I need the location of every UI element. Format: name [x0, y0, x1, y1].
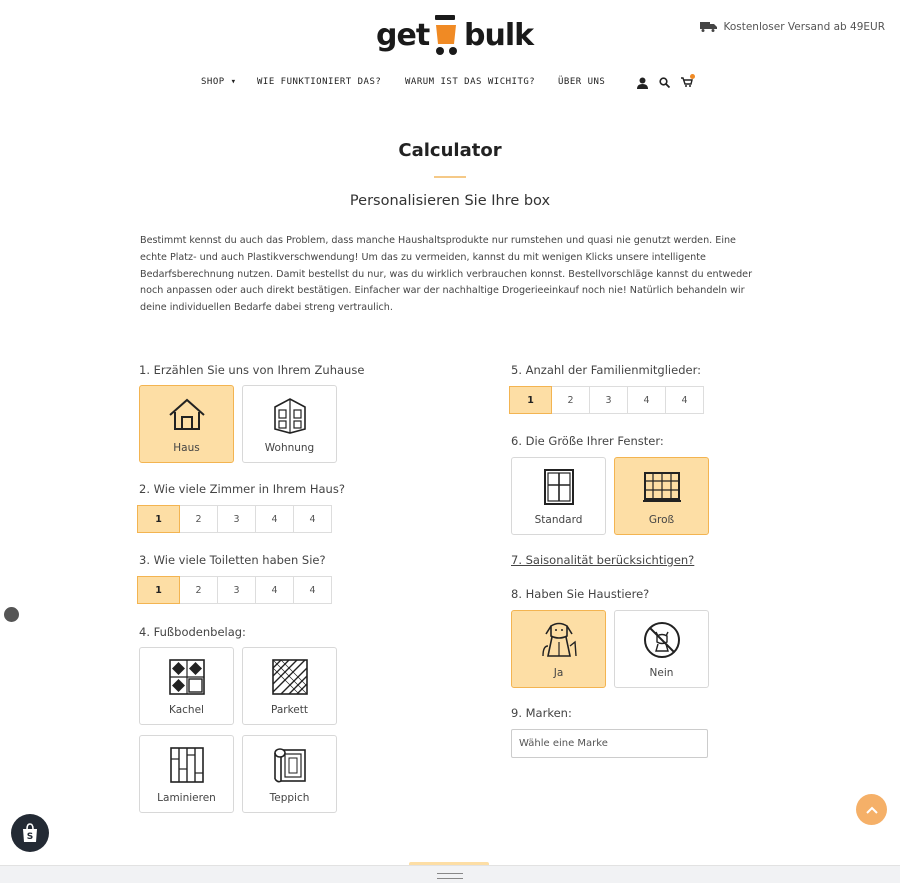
- brand-select[interactable]: Wähle eine Marke: [511, 729, 708, 758]
- page-subtitle: Personalisieren Sie Ihre box: [349, 193, 551, 209]
- tile-icon: [168, 659, 205, 695]
- option-nein-label: Nein: [649, 667, 674, 679]
- search-icon[interactable]: [659, 77, 670, 89]
- family-option-4[interactable]: 4: [627, 386, 666, 414]
- toilets-option-4[interactable]: 4: [255, 576, 294, 604]
- svg-text:S: S: [27, 832, 33, 842]
- rooms-option-2[interactable]: 2: [179, 505, 218, 533]
- shipping-note: Kostenloser Versand ab 49EUR: [700, 21, 885, 33]
- option-standard-label: Standard: [534, 514, 583, 526]
- option-standard[interactable]: Standard: [511, 457, 606, 535]
- logo[interactable]: get bulk: [376, 12, 534, 58]
- user-icon[interactable]: [637, 77, 648, 89]
- apartment-icon: [273, 398, 306, 434]
- q2-label: 2. Wie viele Zimmer in Ihrem Haus?: [139, 482, 345, 496]
- title-divider: [434, 176, 466, 178]
- option-gross[interactable]: Groß: [614, 457, 709, 535]
- family-option-5[interactable]: 4: [665, 386, 704, 414]
- option-wohnung-label: Wohnung: [264, 442, 315, 454]
- option-laminieren-label: Laminieren: [157, 792, 216, 804]
- rooms-option-1[interactable]: 1: [137, 505, 180, 533]
- option-teppich[interactable]: Teppich: [242, 735, 337, 813]
- parquet-icon: [271, 659, 308, 695]
- option-gross-label: Groß: [648, 514, 675, 526]
- main-nav: SHOP ▾ WIE FUNKTIONIERT DAS? WARUM IST D…: [0, 74, 900, 91]
- q6-label: 6. Die Größe Ihrer Fenster:: [511, 434, 664, 448]
- option-nein[interactable]: Nein: [614, 610, 709, 688]
- q1-label: 1. Erzählen Sie uns von Ihrem Zuhause: [139, 363, 365, 377]
- option-haus[interactable]: Haus: [139, 385, 234, 463]
- laminate-icon: [169, 747, 204, 783]
- window-large-icon: [642, 472, 681, 502]
- q5-label: 5. Anzahl der Familienmitglieder:: [511, 363, 701, 377]
- shopify-bag-icon: S: [23, 823, 37, 842]
- option-ja[interactable]: Ja: [511, 610, 606, 688]
- option-laminieren[interactable]: Laminieren: [139, 735, 234, 813]
- nav-why-important[interactable]: WARUM IST DAS WICHITG?: [405, 77, 535, 87]
- q2-rooms-selector: 1 2 3 4 4: [137, 505, 332, 533]
- q3-label: 3. Wie viele Toiletten haben Sie?: [139, 553, 326, 567]
- option-teppich-label: Teppich: [269, 792, 310, 804]
- pets-icon: [541, 622, 577, 657]
- family-option-2[interactable]: 2: [551, 386, 590, 414]
- cart-logo-icon: [435, 15, 457, 55]
- q8-label: 8. Haben Sie Haustiere?: [511, 587, 650, 601]
- family-option-1[interactable]: 1: [509, 386, 552, 414]
- page-title: Calculator: [398, 140, 502, 161]
- rooms-option-5[interactable]: 4: [293, 505, 332, 533]
- option-parkett-label: Parkett: [270, 704, 308, 716]
- q9-label: 9. Marken:: [511, 706, 572, 720]
- drawer-handle-icon[interactable]: [437, 873, 463, 879]
- window-standard-icon: [543, 469, 574, 505]
- nav-shop[interactable]: SHOP ▾: [201, 77, 237, 87]
- rooms-option-4[interactable]: 4: [255, 505, 294, 533]
- option-wohnung[interactable]: Wohnung: [242, 385, 337, 463]
- q3-toilets-selector: 1 2 3 4 4: [137, 576, 332, 604]
- chevron-up-icon: [865, 806, 878, 814]
- q4-label: 4. Fußbodenbelag:: [139, 625, 246, 639]
- toilets-option-5[interactable]: 4: [293, 576, 332, 604]
- logo-text-bulk: bulk: [464, 18, 534, 53]
- toilets-option-2[interactable]: 2: [179, 576, 218, 604]
- q7-seasonality-link[interactable]: 7. Saisonalität berücksichtigen?: [511, 553, 694, 567]
- bottom-drawer-tab[interactable]: [409, 862, 489, 865]
- no-pets-icon: [643, 622, 680, 658]
- nav-how-it-works[interactable]: WIE FUNKTIONIERT DAS?: [257, 77, 381, 87]
- house-icon: [168, 398, 205, 430]
- toilets-option-1[interactable]: 1: [137, 576, 180, 604]
- shipping-text: Kostenloser Versand ab 49EUR: [723, 21, 885, 33]
- option-kachel-label: Kachel: [169, 704, 204, 716]
- intro-text: Bestimmt kennst du auch das Problem, das…: [140, 235, 753, 314]
- option-ja-label: Ja: [553, 667, 564, 679]
- toilets-option-3[interactable]: 3: [217, 576, 256, 604]
- family-option-3[interactable]: 3: [589, 386, 628, 414]
- option-parkett[interactable]: Parkett: [242, 647, 337, 725]
- side-widget-icon[interactable]: [4, 607, 19, 622]
- logo-text-get: get: [376, 18, 430, 53]
- carpet-roll-icon: [273, 748, 306, 783]
- q5-family-selector: 1 2 3 4 4: [509, 386, 704, 414]
- truck-icon: [700, 22, 718, 32]
- option-kachel[interactable]: Kachel: [139, 647, 234, 725]
- option-haus-label: Haus: [173, 442, 200, 454]
- nav-about-us[interactable]: ÜBER UNS: [558, 77, 605, 87]
- shopify-chat-button[interactable]: S: [11, 814, 49, 852]
- rooms-option-3[interactable]: 3: [217, 505, 256, 533]
- scroll-to-top-button[interactable]: [856, 794, 887, 825]
- cart-icon[interactable]: [680, 74, 696, 88]
